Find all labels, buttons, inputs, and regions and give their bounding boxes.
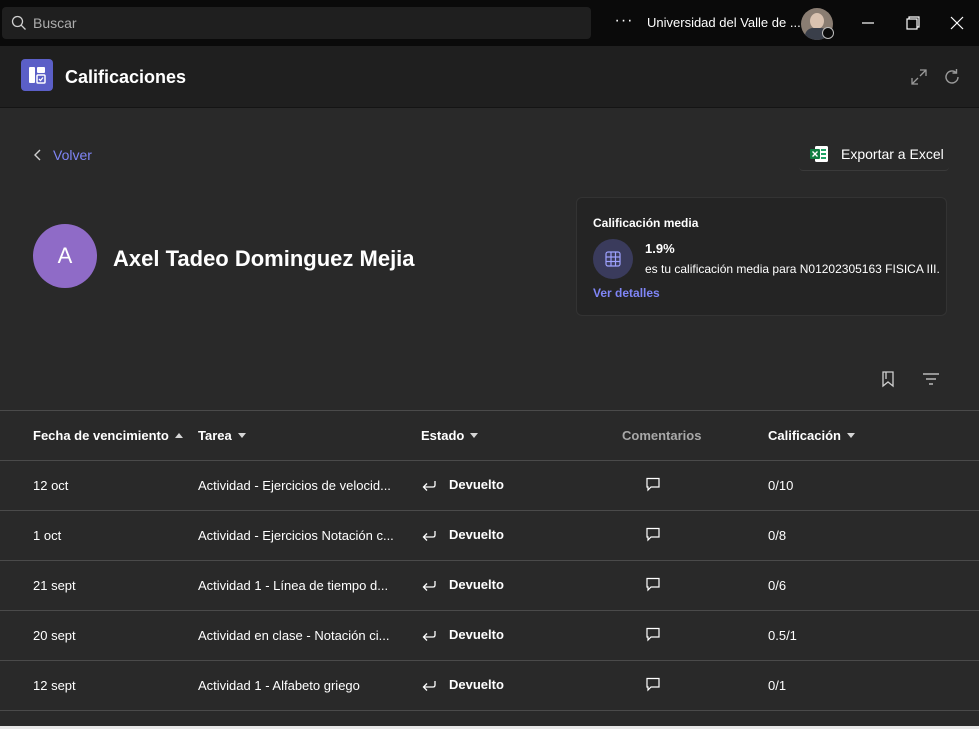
returned-arrow-icon <box>422 480 436 491</box>
back-label[interactable]: Volver <box>53 147 92 163</box>
row-status-label: Devuelto <box>449 677 504 692</box>
header-grade[interactable]: Calificación <box>768 428 855 443</box>
table-row[interactable]: 1 oct Actividad - Ejercicios Notación c.… <box>0 511 979 561</box>
row-due-date: 21 sept <box>33 578 76 593</box>
returned-arrow-icon <box>422 580 436 591</box>
more-options-button[interactable]: ··· <box>612 12 636 32</box>
row-grade: 0/8 <box>768 528 787 543</box>
average-grade-description: es tu calificación media para N012023051… <box>645 262 940 276</box>
header-status-label[interactable]: Estado <box>421 428 464 443</box>
table-header: Fecha de vencimiento Tarea Estado Coment… <box>0 410 979 461</box>
row-grade: 0/10 <box>768 478 794 493</box>
row-grade: 0/6 <box>768 578 787 593</box>
row-status: Devuelto <box>421 627 504 642</box>
presence-status-icon <box>822 27 834 39</box>
header-due-date[interactable]: Fecha de vencimiento <box>33 428 183 443</box>
returned-arrow-icon <box>422 530 436 541</box>
row-status-label: Devuelto <box>449 527 504 542</box>
row-due-date: 20 sept <box>33 628 76 643</box>
header-status[interactable]: Estado <box>421 428 479 443</box>
row-status: Devuelto <box>421 677 504 692</box>
search-placeholder[interactable]: Buscar <box>33 15 77 31</box>
student-avatar: A <box>33 224 97 288</box>
table-row[interactable]: 20 sept Actividad en clase - Notación ci… <box>0 611 979 661</box>
row-task[interactable]: Actividad 1 - Línea de tiempo d... <box>198 578 410 593</box>
comment-icon[interactable] <box>645 626 661 642</box>
header-due-date-label[interactable]: Fecha de vencimiento <box>33 428 169 443</box>
chevron-left-icon <box>34 149 41 161</box>
chevron-down-icon <box>846 433 855 438</box>
average-card-title: Calificación media <box>593 216 699 230</box>
average-grade-value: 1.9% <box>645 241 675 256</box>
header-comments: Comentarios <box>622 428 701 443</box>
app-header: Calificaciones <box>0 46 979 108</box>
header-task-label[interactable]: Tarea <box>198 428 232 443</box>
row-task[interactable]: Actividad - Ejercicios Notación c... <box>198 528 410 543</box>
row-status: Devuelto <box>421 477 504 492</box>
grades-table: Fecha de vencimiento Tarea Estado Coment… <box>0 410 979 711</box>
minimize-icon[interactable] <box>859 14 877 32</box>
grid-icon <box>593 239 633 279</box>
row-status: Devuelto <box>421 527 504 542</box>
row-status-label: Devuelto <box>449 627 504 642</box>
filter-icon[interactable] <box>922 371 940 387</box>
sort-ascending-icon <box>174 433 183 438</box>
comment-icon[interactable] <box>645 526 661 542</box>
close-icon[interactable] <box>948 14 966 32</box>
average-grade-card: Calificación media 1.9% es tu calificaci… <box>576 197 947 316</box>
comment-icon[interactable] <box>645 476 661 492</box>
bookmark-icon[interactable] <box>879 370 897 388</box>
grades-app-icon <box>21 59 53 91</box>
row-task[interactable]: Actividad - Ejercicios de velocid... <box>198 478 410 493</box>
returned-arrow-icon <box>422 680 436 691</box>
row-due-date: 12 oct <box>33 478 69 493</box>
row-status-label: Devuelto <box>449 577 504 592</box>
row-task[interactable]: Actividad 1 - Alfabeto griego <box>198 678 410 693</box>
chevron-down-icon <box>237 433 246 438</box>
comment-icon[interactable] <box>645 576 661 592</box>
back-button[interactable]: Volver <box>33 146 92 164</box>
table-row[interactable]: 21 sept Actividad 1 - Línea de tiempo d.… <box>0 561 979 611</box>
title-bar: Buscar ··· Universidad del Valle de ... <box>0 0 979 46</box>
chevron-down-icon <box>470 433 479 438</box>
row-status: Devuelto <box>421 577 504 592</box>
table-row[interactable]: 12 oct Actividad - Ejercicios de velocid… <box>0 461 979 511</box>
header-comments-label: Comentarios <box>622 428 702 443</box>
row-grade: 0/1 <box>768 678 787 693</box>
returned-arrow-icon <box>422 630 436 641</box>
export-label[interactable]: Exportar a Excel <box>841 146 944 162</box>
search-icon <box>11 15 26 30</box>
row-status-label: Devuelto <box>449 477 504 492</box>
app-title: Calificaciones <box>65 67 187 87</box>
row-due-date: 12 sept <box>33 678 76 693</box>
view-details-link[interactable]: Ver detalles <box>593 286 660 300</box>
excel-icon <box>810 145 828 162</box>
organization-name[interactable]: Universidad del Valle de ... <box>647 15 801 30</box>
comment-icon[interactable] <box>645 676 661 692</box>
row-grade: 0.5/1 <box>768 628 797 643</box>
search-box[interactable]: Buscar <box>2 7 591 39</box>
header-task[interactable]: Tarea <box>198 428 246 443</box>
table-row[interactable]: 12 sept Actividad 1 - Alfabeto griego De… <box>0 661 979 711</box>
row-due-date: 1 oct <box>33 528 62 543</box>
header-grade-label[interactable]: Calificación <box>768 428 841 443</box>
student-name: Axel Tadeo Dominguez Mejia <box>113 246 415 271</box>
row-task[interactable]: Actividad en clase - Notación ci... <box>198 628 410 643</box>
expand-icon[interactable] <box>910 68 928 86</box>
restore-icon[interactable] <box>904 14 922 32</box>
export-excel-button[interactable]: Exportar a Excel <box>799 137 949 171</box>
refresh-icon[interactable] <box>942 67 962 87</box>
